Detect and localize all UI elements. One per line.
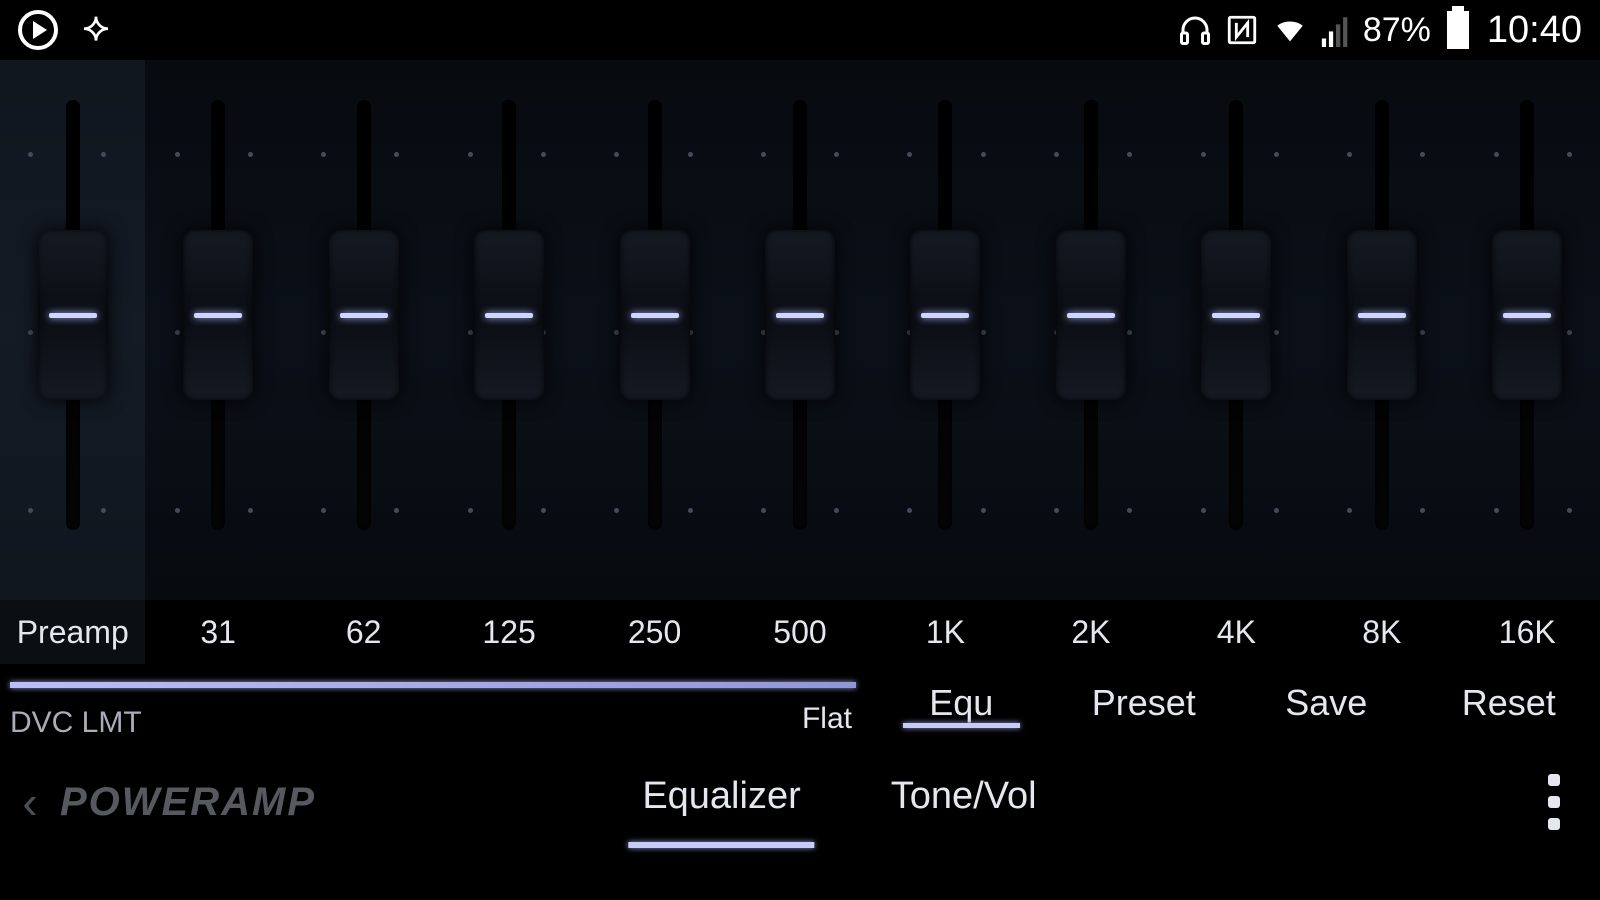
equ-toggle-button[interactable]: Equ xyxy=(870,672,1053,724)
band-label: 125 xyxy=(436,600,581,664)
preset-button[interactable]: Preset xyxy=(1053,672,1236,724)
band-slider-4k[interactable] xyxy=(1164,60,1309,600)
band-label: 31 xyxy=(145,600,290,664)
overflow-menu-button[interactable] xyxy=(1548,774,1560,830)
tab-tone-vol[interactable]: Tone/Vol xyxy=(891,775,1037,830)
band-label: 500 xyxy=(727,600,872,664)
dvc-lmt-label: DVC LMT xyxy=(10,706,856,740)
clock: 10:40 xyxy=(1487,9,1582,52)
controls-row: DVC LMT Flat Equ Preset Save Reset xyxy=(0,664,1600,756)
bottom-nav: ‹ Poweramp Equalizer Tone/Vol xyxy=(0,756,1600,848)
output-meter-bar xyxy=(10,682,856,688)
tab-equalizer[interactable]: Equalizer xyxy=(642,775,800,830)
band-slider-16k[interactable] xyxy=(1455,60,1600,600)
band-label: 8K xyxy=(1309,600,1454,664)
brand-logo: Poweramp xyxy=(60,780,316,825)
save-button[interactable]: Save xyxy=(1235,672,1418,724)
battery-icon xyxy=(1447,11,1469,49)
band-label: 1K xyxy=(873,600,1018,664)
band-label: 250 xyxy=(582,600,727,664)
signal-icon xyxy=(1321,13,1351,47)
band-slider-2k[interactable] xyxy=(1018,60,1163,600)
band-slider-500[interactable] xyxy=(727,60,872,600)
battery-percentage: 87% xyxy=(1363,11,1431,50)
wifi-icon xyxy=(1271,13,1309,47)
current-preset-label: Flat xyxy=(802,702,852,736)
band-label: 4K xyxy=(1164,600,1309,664)
preamp-slider[interactable] xyxy=(0,60,145,600)
band-label: 62 xyxy=(291,600,436,664)
reset-button[interactable]: Reset xyxy=(1418,672,1600,724)
band-slider-1k[interactable] xyxy=(873,60,1018,600)
headphones-icon xyxy=(1177,12,1213,48)
play-icon xyxy=(18,10,58,50)
band-labels-row: Preamp 31 62 125 250 500 1K 2K 4K 8K 16K xyxy=(0,600,1600,664)
band-slider-62[interactable] xyxy=(291,60,436,600)
output-meter: DVC LMT Flat xyxy=(0,672,870,740)
preamp-label: Preamp xyxy=(0,600,145,664)
back-button[interactable]: ‹ xyxy=(0,775,60,829)
band-slider-250[interactable] xyxy=(582,60,727,600)
band-label: 2K xyxy=(1018,600,1163,664)
equalizer-sliders xyxy=(0,60,1600,600)
nfc-icon xyxy=(1225,13,1259,47)
band-slider-125[interactable] xyxy=(436,60,581,600)
band-slider-8k[interactable] xyxy=(1309,60,1454,600)
app-swirl-icon xyxy=(80,14,112,46)
status-bar: 87% 10:40 xyxy=(0,0,1600,60)
band-label: 16K xyxy=(1455,600,1600,664)
band-slider-31[interactable] xyxy=(145,60,290,600)
